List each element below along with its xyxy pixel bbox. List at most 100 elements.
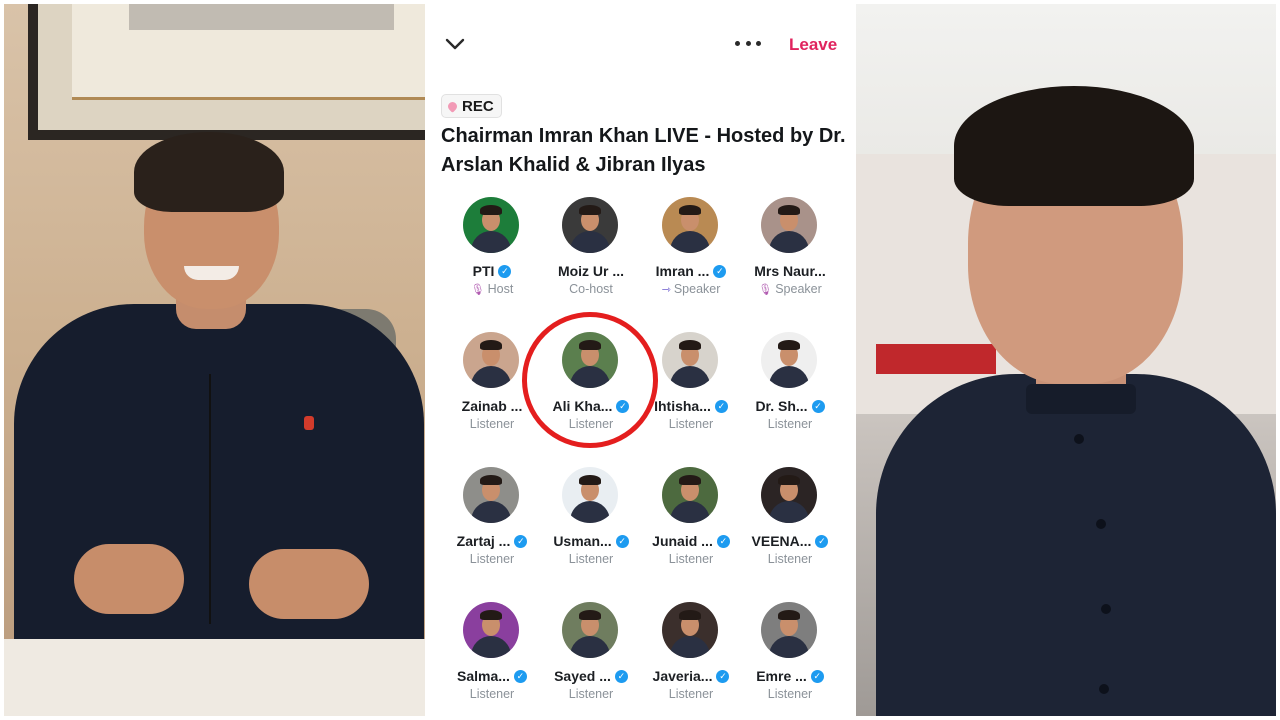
- participant-item[interactable]: Usman... ✓ Listener: [539, 460, 643, 580]
- participant-name: Junaid ...: [652, 533, 713, 549]
- participant-role: Speaker: [673, 282, 721, 296]
- participant-role-row: Listener: [738, 417, 842, 431]
- participant-role-row: Listener: [639, 687, 743, 701]
- avatar: [463, 467, 519, 523]
- participant-item[interactable]: PTI ✓ 🎙 Host: [440, 190, 544, 310]
- participant-role-row: Listener: [440, 687, 544, 701]
- participant-item[interactable]: Zainab ... Listener: [440, 325, 544, 445]
- participant-role: Listener: [469, 552, 515, 566]
- participant-role: Listener: [668, 417, 714, 431]
- participant-name-row: Emre ... ✓: [738, 668, 842, 684]
- participant-item[interactable]: Junaid ... ✓ Listener: [639, 460, 743, 580]
- verified-badge-icon: ✓: [714, 399, 728, 413]
- participant-role-row: ⇾ Speaker: [639, 282, 743, 296]
- participant-name: Javeria...: [652, 668, 713, 684]
- microphone-icon: 🎙: [758, 283, 773, 296]
- participant-name: VEENA...: [751, 533, 812, 549]
- verified-badge-icon: ✓: [513, 669, 527, 683]
- participant-item[interactable]: Ali Kha... ✓ Listener: [539, 325, 643, 445]
- avatar: [463, 602, 519, 658]
- verified-badge-icon: ✓: [713, 264, 727, 278]
- participant-name: Zartaj ...: [456, 533, 511, 549]
- avatar: [463, 332, 519, 388]
- microphone-icon: 🎙: [470, 283, 485, 296]
- speaker-icon: ⇾: [661, 283, 671, 296]
- participant-name-row: Dr. Sh... ✓: [738, 398, 842, 414]
- participant-grid: PTI ✓ 🎙 Host Moiz Ur ... Co-host Imran ... ✓ ⇾ Sp…: [427, 190, 853, 710]
- participant-name-row: VEENA... ✓: [738, 533, 842, 549]
- participant-name-row: Ihtisha... ✓: [639, 398, 743, 414]
- participant-name-row: Junaid ... ✓: [639, 533, 743, 549]
- participant-role: Host: [487, 282, 514, 296]
- space-title: Chairman Imran Khan LIVE - Hosted by Dr.…: [441, 125, 846, 176]
- participant-role: Listener: [668, 552, 714, 566]
- participant-item[interactable]: VEENA... ✓ Listener: [738, 460, 842, 580]
- participant-name-row: Javeria... ✓: [639, 668, 743, 684]
- participant-name-row: Mrs Naur...: [738, 263, 842, 279]
- participant-item[interactable]: Emre ... ✓ Listener: [738, 595, 842, 715]
- participant-item[interactable]: Javeria... ✓ Listener: [639, 595, 743, 715]
- participant-role: Speaker: [775, 282, 822, 296]
- mic-wire: [209, 374, 211, 624]
- participant-role-row: Listener: [738, 552, 842, 566]
- twitter-space-screen: Leave REC Chairman Imran Khan LIVE - Hos…: [427, 0, 853, 720]
- participant-name: Imran ...: [655, 263, 710, 279]
- avatar: [463, 197, 519, 253]
- participant-role: Co-host: [569, 282, 613, 296]
- participant-role: Listener: [568, 687, 614, 701]
- avatar: [562, 332, 618, 388]
- participant-item[interactable]: Zartaj ... ✓ Listener: [440, 460, 544, 580]
- participant-item[interactable]: Ihtisha... ✓ Listener: [639, 325, 743, 445]
- participant-item[interactable]: Salma... ✓ Listener: [440, 595, 544, 715]
- participant-role: Listener: [767, 687, 813, 701]
- participant-item[interactable]: Mrs Naur... 🎙 Speaker: [738, 190, 842, 310]
- participant-name-row: PTI ✓: [440, 263, 544, 279]
- participant-role-row: Listener: [440, 417, 544, 431]
- verified-badge-icon: ✓: [614, 669, 628, 683]
- participant-role-row: 🎙 Speaker: [738, 282, 842, 296]
- participant-role-row: 🎙 Host: [440, 282, 544, 296]
- verified-badge-icon: ✓: [716, 534, 730, 548]
- participant-name: PTI: [472, 263, 495, 279]
- avatar: [761, 602, 817, 658]
- verified-badge-icon: ✓: [811, 399, 825, 413]
- participant-role-row: Listener: [539, 417, 643, 431]
- participant-role: Listener: [668, 687, 714, 701]
- leave-button[interactable]: Leave: [789, 35, 837, 55]
- participant-name: Ali Kha...: [552, 398, 613, 414]
- participant-name-row: Sayed ... ✓: [539, 668, 643, 684]
- avatar: [662, 602, 718, 658]
- participant-name-row: Imran ... ✓: [639, 263, 743, 279]
- avatar: [662, 467, 718, 523]
- participant-role-row: Listener: [639, 417, 743, 431]
- participant-item[interactable]: Dr. Sh... ✓ Listener: [738, 325, 842, 445]
- verified-badge-icon: ✓: [514, 534, 528, 548]
- participant-role: Listener: [469, 687, 515, 701]
- participant-name: Moiz Ur ...: [557, 263, 625, 279]
- verified-badge-icon: ✓: [498, 264, 512, 278]
- more-options-icon[interactable]: [735, 38, 761, 48]
- participant-item[interactable]: Imran ... ✓ ⇾ Speaker: [639, 190, 743, 310]
- recording-dot-icon: [446, 99, 459, 113]
- participant-name-row: Zartaj ... ✓: [440, 533, 544, 549]
- avatar: [761, 467, 817, 523]
- participant-item[interactable]: Moiz Ur ... Co-host: [539, 190, 643, 310]
- participant-item[interactable]: Sayed ... ✓ Listener: [539, 595, 643, 715]
- avatar: [761, 332, 817, 388]
- verified-badge-icon: ✓: [615, 534, 629, 548]
- participant-role-row: Listener: [440, 552, 544, 566]
- avatar: [562, 602, 618, 658]
- recording-label: REC: [462, 97, 494, 115]
- participant-role-row: Listener: [639, 552, 743, 566]
- participant-name-row: Usman... ✓: [539, 533, 643, 549]
- verified-badge-icon: ✓: [810, 669, 824, 683]
- left-photo-imran-khan: [4, 4, 425, 716]
- verified-badge-icon: ✓: [616, 399, 630, 413]
- kurta: [876, 374, 1276, 716]
- participant-role: Listener: [469, 417, 515, 431]
- participant-name: Dr. Sh...: [755, 398, 808, 414]
- participant-role: Listener: [767, 552, 813, 566]
- participant-role: Listener: [568, 552, 614, 566]
- table: [4, 639, 425, 716]
- chevron-down-icon[interactable]: [445, 36, 465, 52]
